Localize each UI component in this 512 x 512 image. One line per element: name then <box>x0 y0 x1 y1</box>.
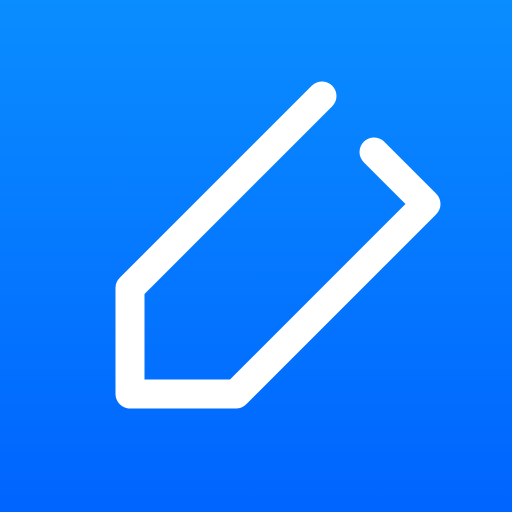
pencil-edit-icon <box>115 81 441 409</box>
app-icon[interactable] <box>0 0 512 512</box>
